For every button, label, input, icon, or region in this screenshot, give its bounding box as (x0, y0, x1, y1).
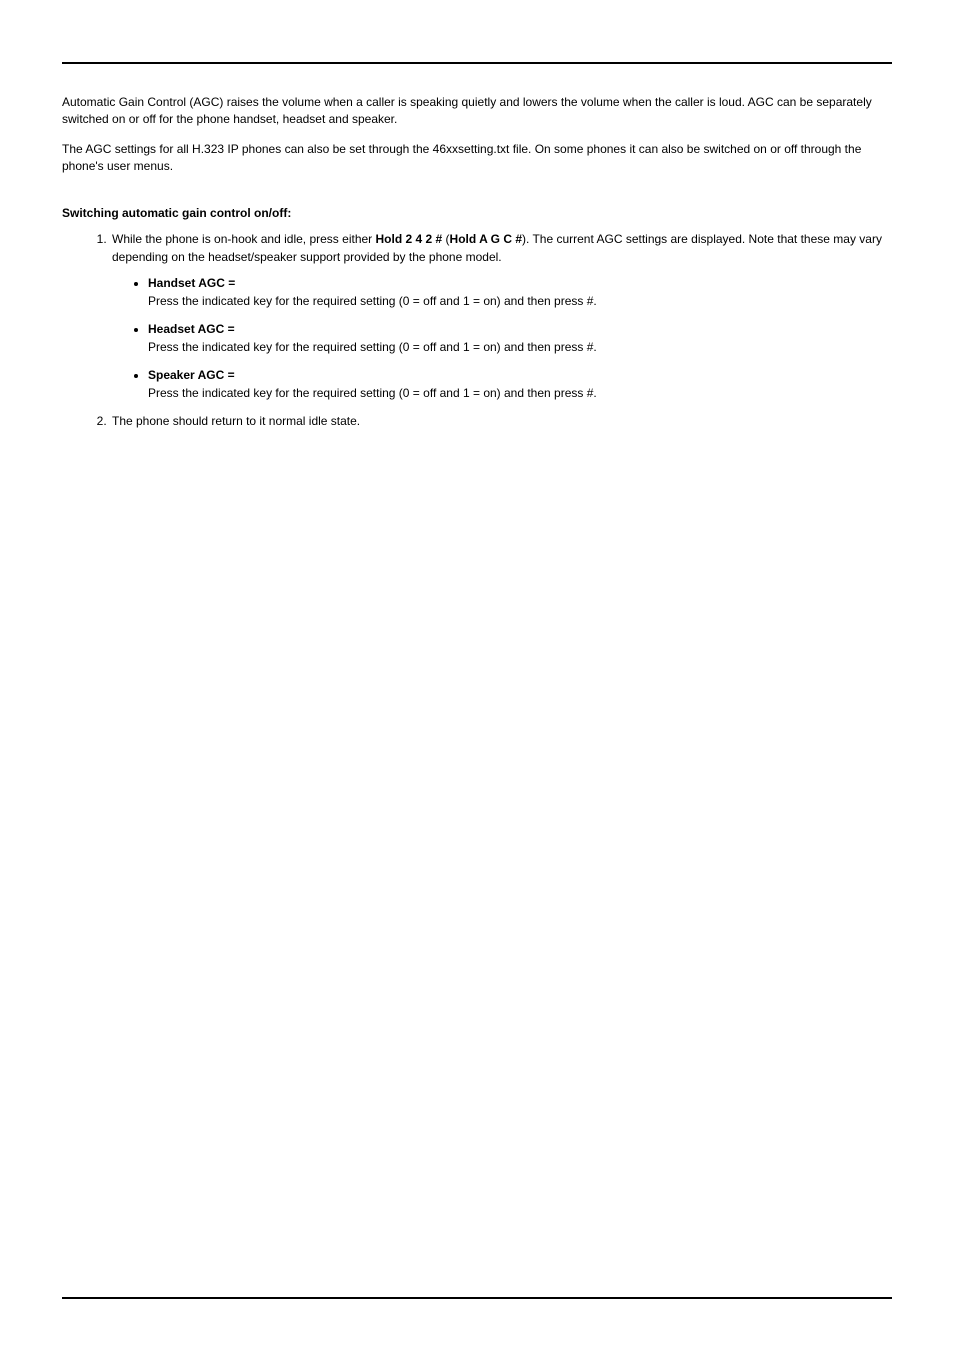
speaker-agc-desc: Press the indicated key for the required… (148, 386, 597, 400)
step1-mid: ( (442, 232, 449, 246)
list-item: Speaker AGC = Press the indicated key fo… (148, 366, 892, 402)
step1-pre: While the phone is on-hook and idle, pre… (112, 232, 376, 246)
step1-hold-2: Hold A G C # (450, 232, 522, 246)
list-item: Handset AGC = Press the indicated key fo… (148, 274, 892, 310)
step-2: The phone should return to it normal idl… (110, 412, 892, 430)
headset-agc-label: Headset AGC = (148, 322, 235, 336)
steps-list: While the phone is on-hook and idle, pre… (62, 230, 892, 430)
headset-agc-desc: Press the indicated key for the required… (148, 340, 597, 354)
list-item: Headset AGC = Press the indicated key fo… (148, 320, 892, 356)
section-heading: Switching automatic gain control on/off: (62, 206, 892, 220)
top-horizontal-rule (62, 62, 892, 64)
step1-hold-1: Hold 2 4 2 # (376, 232, 443, 246)
handset-agc-label: Handset AGC = (148, 276, 235, 290)
intro-paragraph-2: The AGC settings for all H.323 IP phones… (62, 141, 892, 176)
intro-paragraph-1: Automatic Gain Control (AGC) raises the … (62, 94, 892, 129)
step-1: While the phone is on-hook and idle, pre… (110, 230, 892, 402)
agc-options-list: Handset AGC = Press the indicated key fo… (112, 274, 892, 402)
handset-agc-desc: Press the indicated key for the required… (148, 294, 597, 308)
speaker-agc-label: Speaker AGC = (148, 368, 235, 382)
bottom-horizontal-rule (62, 1297, 892, 1299)
